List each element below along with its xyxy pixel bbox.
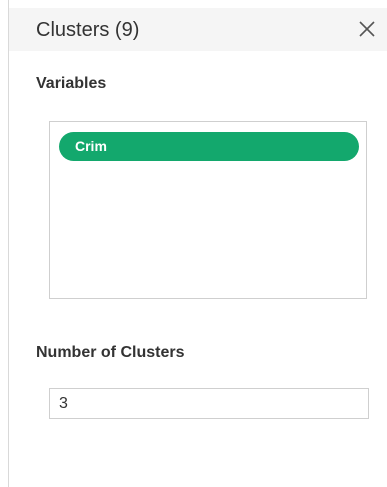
panel-title: Clusters (9) — [36, 19, 140, 41]
panel-header: Clusters (9) — [9, 8, 387, 51]
variables-drop-area[interactable]: Crim — [49, 121, 367, 299]
number-of-clusters-label: Number of Clusters — [36, 344, 185, 361]
close-icon — [359, 21, 375, 37]
panel-left-border — [8, 0, 9, 487]
number-of-clusters-input[interactable] — [49, 388, 369, 419]
variables-label: Variables — [36, 75, 107, 92]
close-button[interactable] — [356, 18, 378, 40]
variable-pill-label: Crim — [75, 138, 107, 154]
clusters-panel: Clusters (9) Variables Crim Number of Cl… — [0, 0, 387, 487]
variable-pill-crim[interactable]: Crim — [59, 132, 359, 161]
